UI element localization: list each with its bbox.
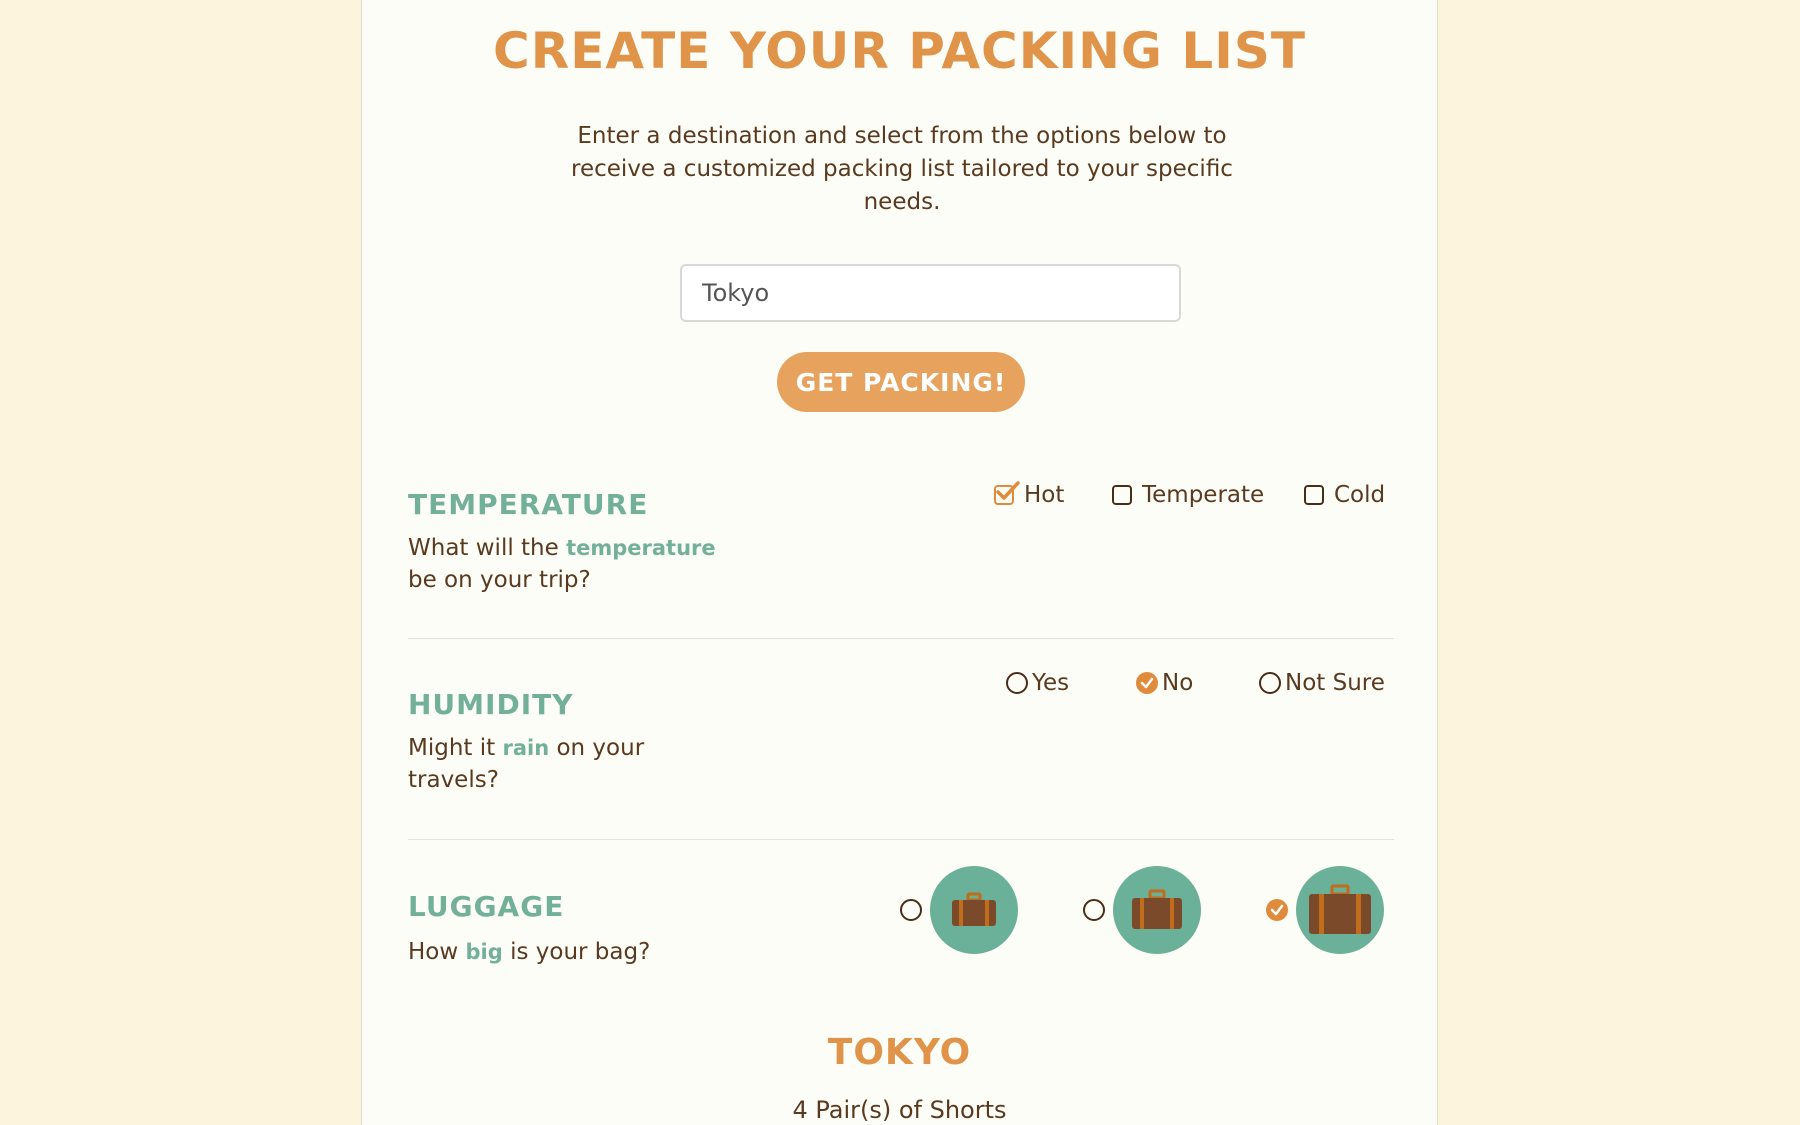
radio-checked-icon[interactable]: [1136, 672, 1158, 694]
temperature-title: TEMPERATURE: [408, 488, 649, 521]
temperature-option-temperate[interactable]: Temperate: [1112, 482, 1264, 508]
luggage-option-small[interactable]: [900, 866, 1018, 954]
question-text: What will the: [408, 535, 567, 561]
checkbox-empty-icon[interactable]: [1304, 485, 1324, 505]
option-label: Temperate: [1142, 482, 1265, 508]
luggage-option-large[interactable]: [1266, 866, 1384, 954]
radio-empty-icon[interactable]: [1259, 672, 1281, 694]
question-text: How: [408, 939, 466, 965]
option-label: Cold: [1334, 482, 1386, 508]
option-label: Yes: [1032, 670, 1070, 696]
temperature-question: What will the temperature be on your tri…: [408, 532, 728, 596]
suitcase-small-icon[interactable]: [930, 866, 1018, 954]
page-title: CREATE YOUR PACKING LIST: [493, 22, 1306, 80]
option-label: Not Sure: [1285, 670, 1385, 696]
section-divider: [408, 638, 1394, 639]
radio-empty-icon[interactable]: [1083, 899, 1105, 921]
humidity-title: HUMIDITY: [408, 688, 574, 721]
humidity-question: Might it rain on your travels?: [408, 732, 688, 796]
temperature-option-cold[interactable]: Cold: [1304, 482, 1385, 508]
radio-empty-icon[interactable]: [900, 899, 922, 921]
luggage-section: LUGGAGE How big is your bag?: [408, 860, 1394, 980]
luggage-option-medium[interactable]: [1083, 866, 1201, 954]
main-card: CREATE YOUR PACKING LIST Enter a destina…: [361, 0, 1438, 1125]
option-label: No: [1162, 670, 1194, 696]
humidity-option-not-sure[interactable]: Not Sure: [1259, 670, 1385, 696]
question-text: be on your trip?: [408, 567, 591, 593]
suitcase-medium-icon[interactable]: [1113, 866, 1201, 954]
result-list-item: 4 Pair(s) of Shorts: [792, 1096, 1007, 1124]
destination-input[interactable]: [680, 264, 1181, 322]
temperature-option-hot[interactable]: Hot: [994, 481, 1065, 508]
question-highlight: rain: [502, 736, 550, 760]
question-highlight: big: [465, 940, 503, 964]
get-packing-button[interactable]: GET PACKING!: [777, 352, 1025, 412]
option-label: Hot: [1024, 482, 1065, 508]
intro-text: Enter a destination and select from the …: [571, 123, 1233, 215]
luggage-question: How big is your bag?: [408, 936, 728, 968]
checkbox-checked-icon[interactable]: [994, 481, 1020, 505]
suitcase-large-icon[interactable]: [1296, 866, 1384, 954]
humidity-option-no[interactable]: No: [1136, 670, 1193, 696]
section-divider: [408, 839, 1394, 840]
question-text: Might it: [408, 735, 503, 761]
humidity-section: HUMIDITY Might it rain on your travels? …: [408, 670, 1394, 800]
humidity-option-yes[interactable]: Yes: [1006, 670, 1069, 696]
radio-empty-icon[interactable]: [1006, 672, 1028, 694]
radio-checked-icon[interactable]: [1266, 899, 1288, 921]
result-city-title: TOKYO: [827, 1032, 972, 1073]
checkbox-empty-icon[interactable]: [1112, 485, 1132, 505]
question-text: is your bag?: [502, 939, 651, 965]
luggage-title: LUGGAGE: [408, 890, 565, 923]
temperature-section: TEMPERATURE What will the temperature be…: [408, 480, 1394, 600]
question-highlight: temperature: [566, 536, 716, 560]
